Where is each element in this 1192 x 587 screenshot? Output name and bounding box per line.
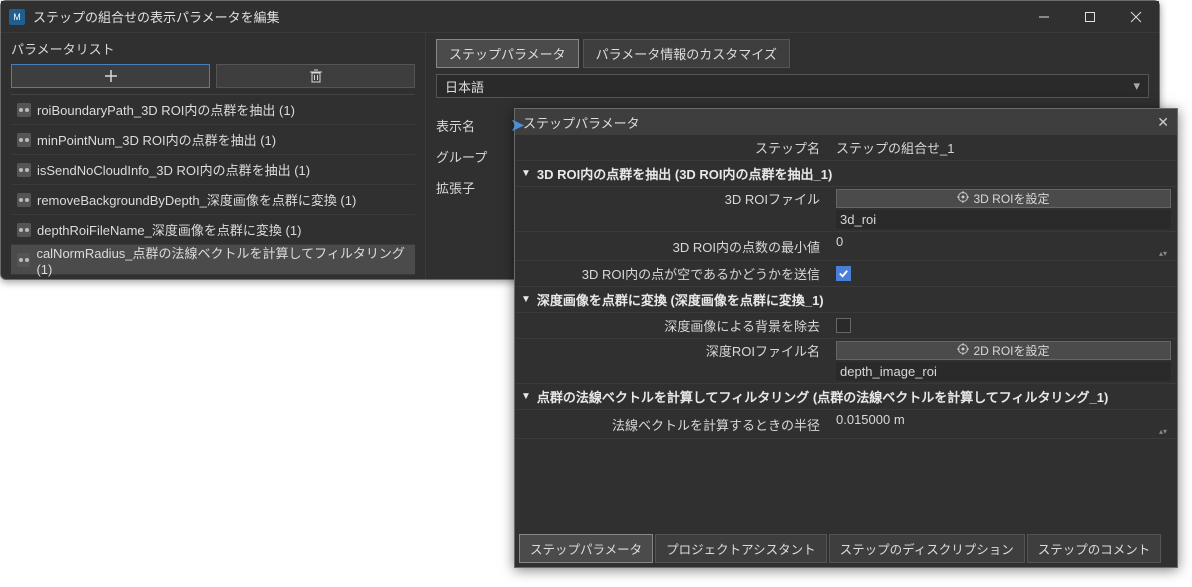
language-select[interactable]: 日本語 [436,74,1149,98]
group-title: 点群の法線ベクトルを計算してフィルタリング (点群の法線ベクトルを計算してフィル… [537,387,1108,406]
step-parameter-panel: ステップパラメータ ✕ ステップ名 ステップの組合せ_1 ▼ 3D ROI内の点群… [514,108,1178,568]
expand-icon: ▼ [521,168,531,179]
number-field[interactable]: 0.015000 m ▴▾ [830,410,1177,438]
target-icon [957,343,969,358]
stepper-icon[interactable]: ▴▾ [1159,249,1171,258]
parameter-list-label: パラメータリスト [11,39,415,58]
bottom-tab[interactable]: プロジェクトアシスタント [655,534,827,563]
bottom-tab[interactable]: ステップのコメント [1027,534,1162,563]
prop-label: 3D ROI内の点が空であるかどうかを送信 [515,264,830,283]
add-button[interactable] [11,64,210,88]
param-item-label: roiBoundaryPath_3D ROI内の点群を抽出 (1) [37,100,295,119]
bottom-tab[interactable]: ステップパラメータ [519,534,653,563]
roi-set-button[interactable]: 3D ROIを設定 [836,189,1171,208]
param-item-label: depthRoiFileName_深度画像を点群に変換 (1) [37,220,301,239]
step-name-value[interactable]: ステップの組合せ_1 [830,136,1177,159]
roi-set-button[interactable]: 2D ROIを設定 [836,341,1171,360]
param-item[interactable]: minPointNum_3D ROI内の点群を抽出 (1) [11,125,415,155]
checkbox[interactable] [836,266,851,281]
prop-label: 法線ベクトルを計算するときの半径 [515,415,830,434]
expand-icon: ▼ [521,391,531,402]
number-value: 0 [836,234,843,249]
group-header[interactable]: ▼ 3D ROI内の点群を抽出 (3D ROI内の点群を抽出_1) [515,161,1177,187]
param-item-label: isSendNoCloudInfo_3D ROI内の点群を抽出 (1) [37,160,310,179]
param-icon [17,133,31,147]
expand-icon: ▼ [521,294,531,305]
language-value: 日本語 [445,77,484,96]
parameter-list-panel: パラメータリスト roiBoundaryPath_3D ROI内の点群を抽出 (… [1,33,426,279]
close-button[interactable] [1113,1,1159,33]
button-label: 2D ROIを設定 [973,342,1049,359]
button-label: 3D ROIを設定 [973,190,1049,207]
prop-label: 3D ROI内の点数の最小値 [515,237,830,256]
param-icon [17,163,31,177]
group-header[interactable]: ▼ 点群の法線ベクトルを計算してフィルタリング (点群の法線ベクトルを計算してフィ… [515,384,1177,410]
param-icon [17,103,31,117]
param-item[interactable]: removeBackgroundByDepth_深度画像を点群に変換 (1) [11,185,415,215]
param-item[interactable]: roiBoundaryPath_3D ROI内の点群を抽出 (1) [11,95,415,125]
param-icon [17,223,31,237]
target-icon [957,191,969,206]
number-field[interactable]: 0 ▴▾ [830,232,1177,260]
param-item-label: calNormRadius_点群の法線ベクトルを計算してフィルタリング (1) [36,243,409,277]
stepper-icon[interactable]: ▴▾ [1159,427,1171,436]
delete-button[interactable] [216,64,415,88]
param-item-label: minPointNum_3D ROI内の点群を抽出 (1) [37,130,276,149]
group-title: 深度画像を点群に変換 (深度画像を点群に変換_1) [537,290,824,309]
minimize-button[interactable] [1021,1,1067,33]
prop-label: 深度画像による背景を除去 [515,316,830,335]
roi-file-input[interactable] [836,362,1171,381]
param-item-label: removeBackgroundByDepth_深度画像を点群に変換 (1) [37,190,356,209]
param-item[interactable]: depthRoiFileName_深度画像を点群に変換 (1) [11,215,415,245]
param-icon [17,193,31,207]
param-item[interactable]: calNormRadius_点群の法線ベクトルを計算してフィルタリング (1) [11,245,415,275]
param-item[interactable]: isSendNoCloudInfo_3D ROI内の点群を抽出 (1) [11,155,415,185]
step-name-label: ステップ名 [515,138,830,157]
checkbox[interactable] [836,318,851,333]
bottom-tab[interactable]: ステップのディスクリプション [829,534,1025,563]
panel-titlebar[interactable]: ステップパラメータ ✕ [515,109,1177,135]
tab[interactable]: ステップパラメータ [436,39,579,68]
group-header[interactable]: ▼ 深度画像を点群に変換 (深度画像を点群に変換_1) [515,287,1177,313]
close-icon[interactable]: ✕ [1157,114,1169,131]
titlebar[interactable]: M ステップの組合せの表示パラメータを編集 [1,1,1159,33]
roi-file-input[interactable] [836,210,1171,229]
prop-label: 3D ROIファイル [515,189,830,230]
window-title: ステップの組合せの表示パラメータを編集 [33,7,1021,26]
prop-label: 深度ROIファイル名 [515,341,830,382]
app-icon: M [9,9,25,25]
tab[interactable]: パラメータ情報のカスタマイズ [583,39,790,68]
parameter-list: roiBoundaryPath_3D ROI内の点群を抽出 (1) minPoin… [11,94,415,275]
maximize-button[interactable] [1067,1,1113,33]
number-value: 0.015000 m [836,412,905,427]
group-title: 3D ROI内の点群を抽出 (3D ROI内の点群を抽出_1) [537,164,832,183]
panel-title: ステップパラメータ [523,113,1157,132]
param-icon [17,253,30,267]
